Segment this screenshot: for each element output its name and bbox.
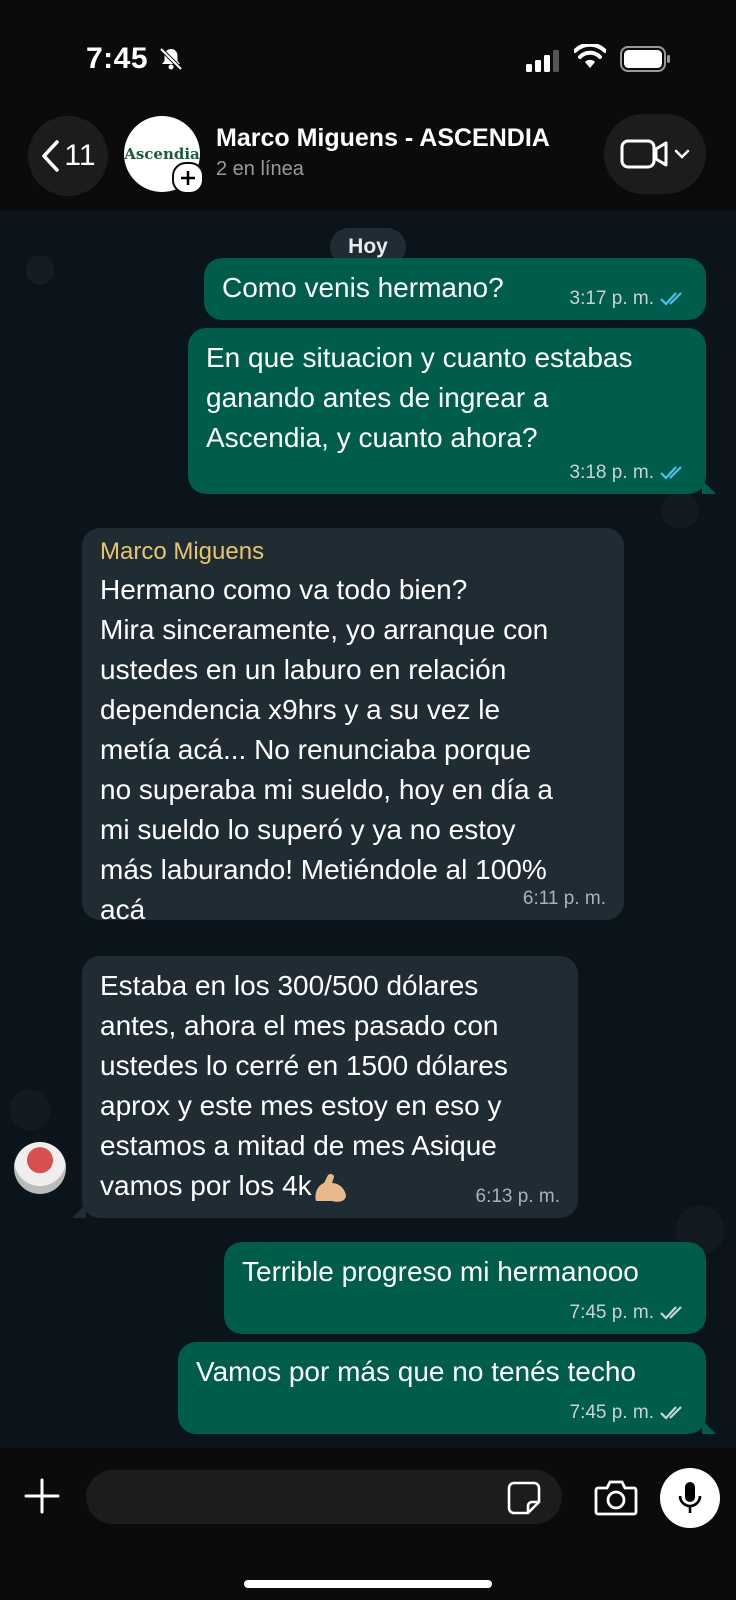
sender-avatar[interactable]	[14, 1142, 66, 1194]
delivered-check-icon	[660, 1406, 682, 1420]
flexed-biceps-emoji-icon	[315, 1173, 346, 1202]
plus-icon[interactable]	[22, 1476, 62, 1516]
status-time: 7:45	[86, 42, 149, 75]
cell-signal-icon	[526, 50, 559, 72]
chat-title[interactable]: Marco Miguens - ASCENDIA	[216, 124, 550, 153]
message-text: En que situacion y cuanto estabas ganand…	[206, 342, 633, 453]
message-time: 7:45 p. m.	[569, 1402, 655, 1423]
ascendia-logo: Ascendia	[124, 145, 200, 163]
message-bubble-outgoing[interactable]: En que situacion y cuanto estabas ganand…	[188, 328, 716, 494]
wifi-icon	[574, 44, 606, 68]
chat-header: 11 Ascendia Marco Miguens - ASCENDIA 2 e…	[0, 110, 736, 210]
bubble-tail	[72, 1204, 86, 1218]
message-text: Terrible progreso mi hermanooo	[242, 1256, 639, 1287]
message-bubble-outgoing[interactable]: Vamos por más que no tenés techo 7:45 p.…	[178, 1342, 716, 1434]
battery-icon	[620, 46, 670, 72]
message-time: 6:11 p. m.	[522, 888, 606, 909]
message-bubble-incoming[interactable]: Marco Miguens Hermano como va todo bien?…	[82, 528, 624, 925]
unread-count: 11	[64, 139, 96, 172]
camera-icon[interactable]	[594, 1478, 638, 1516]
message-time: 3:18 p. m.	[569, 462, 655, 483]
message-bubble-incoming[interactable]: Estaba en los 300/500 dólares antes, aho…	[72, 956, 578, 1218]
chevron-down-icon	[674, 149, 690, 159]
read-check-icon	[660, 292, 682, 306]
video-call-button[interactable]	[604, 114, 706, 194]
bubble-tail	[702, 1420, 716, 1434]
sticker-icon[interactable]	[506, 1480, 542, 1516]
microphone-icon	[678, 1482, 702, 1513]
sender-name[interactable]: Marco Miguens	[100, 538, 606, 566]
bell-muted-icon	[159, 47, 183, 71]
message-text: Vamos por más que no tenés techo	[196, 1356, 636, 1387]
read-check-icon	[660, 466, 682, 480]
message-input-bar	[0, 1448, 736, 1600]
video-camera-icon	[620, 139, 668, 169]
back-button[interactable]: 11	[28, 116, 108, 196]
message-time: 7:45 p. m.	[569, 1302, 655, 1323]
message-bubble-outgoing[interactable]: Como venis hermano? 3:17 p. m.	[204, 258, 706, 320]
delivered-check-icon	[660, 1306, 682, 1320]
add-member-icon[interactable]	[172, 162, 204, 194]
message-text: Estaba en los 300/500 dólares antes, aho…	[100, 966, 560, 1206]
online-status: 2 en línea	[216, 158, 304, 180]
message-text: Hermano como va todo bien? Mira sinceram…	[100, 574, 553, 925]
status-bar: 7:45	[0, 0, 736, 110]
voice-message-button[interactable]	[660, 1468, 720, 1528]
chat-area[interactable]: Hoy Como venis hermano? 3:17 p. m. En qu…	[0, 210, 736, 1448]
chevron-left-icon	[42, 140, 60, 172]
message-bubble-outgoing[interactable]: Terrible progreso mi hermanooo 7:45 p. m…	[224, 1242, 706, 1334]
message-input[interactable]	[86, 1470, 562, 1524]
bubble-tail	[702, 480, 716, 494]
message-time: 3:17 p. m.	[569, 288, 655, 309]
message-time: 6:13 p. m.	[475, 1186, 561, 1207]
home-indicator[interactable]	[244, 1580, 492, 1588]
